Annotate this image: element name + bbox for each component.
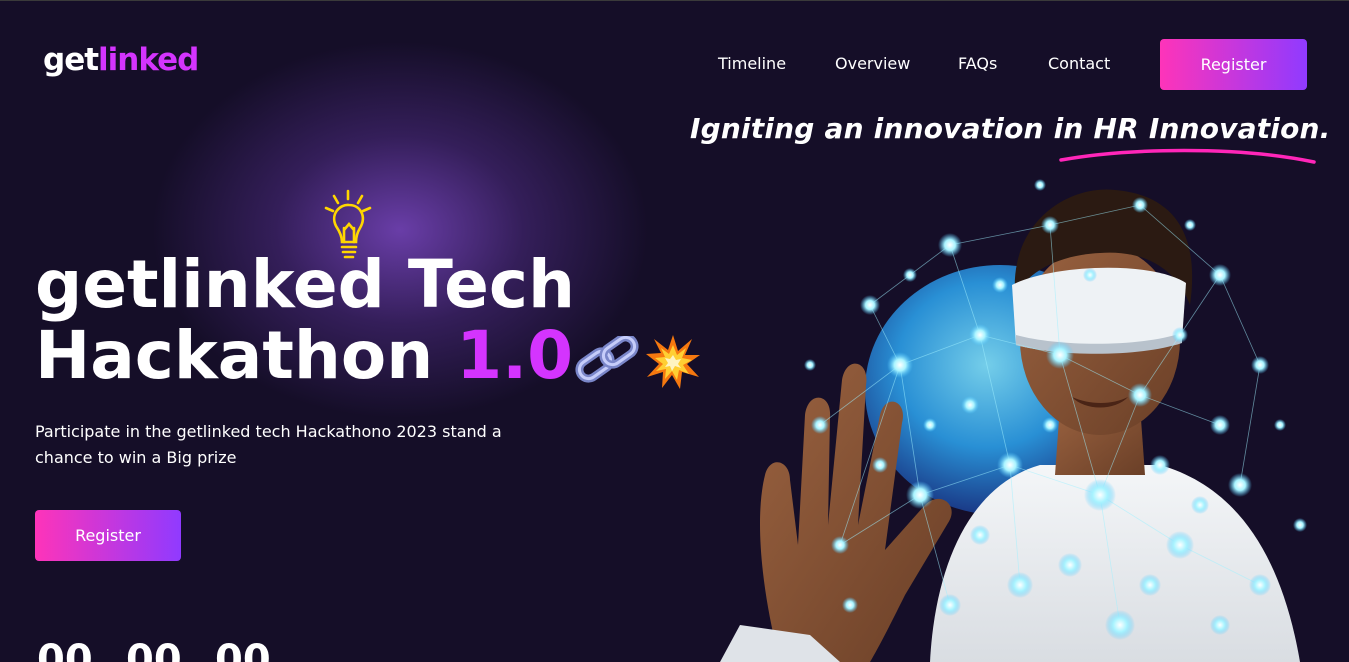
nav-item-overview[interactable]: Overview [835, 54, 910, 73]
hero-image [720, 179, 1307, 662]
logo[interactable]: getlinked [43, 42, 199, 78]
chain-icon [575, 336, 639, 383]
hero-register-button[interactable]: Register [35, 510, 181, 561]
logo-text-linked: linked [98, 42, 199, 78]
nav-item-faqs[interactable]: FAQs [958, 54, 997, 73]
timer-seconds: 00 [215, 637, 271, 662]
nav-item-timeline[interactable]: Timeline [718, 54, 786, 73]
header-register-button[interactable]: Register [1160, 39, 1307, 90]
hero-title-line1: getlinked Tech [35, 246, 576, 323]
top-border [0, 0, 1349, 1]
nav-item-contact[interactable]: Contact [1048, 54, 1110, 73]
hero-title-version: 1.0 [456, 317, 574, 394]
timer-minutes: 00 [126, 637, 182, 662]
tagline: Igniting an innovation in HR Innovation. [690, 112, 1331, 145]
hero-title-line2: Hackathon 1.0 [35, 320, 573, 392]
logo-text-get: get [43, 42, 99, 78]
burst-icon [646, 335, 700, 389]
hero-subtitle: Participate in the getlinked tech Hackat… [35, 422, 502, 467]
timer-hours: 00 [37, 637, 93, 662]
hero-title-hackathon: Hackathon [35, 317, 434, 394]
